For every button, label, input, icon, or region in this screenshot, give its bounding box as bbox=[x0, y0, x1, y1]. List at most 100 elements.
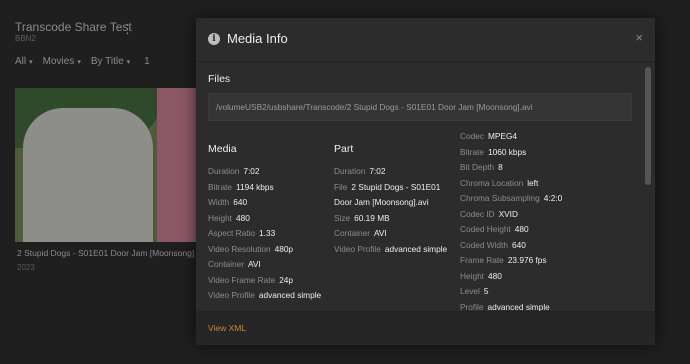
info-key: Height bbox=[208, 212, 232, 223]
info-value: 480p bbox=[274, 243, 294, 254]
info-row: Video Resolution 480p bbox=[208, 242, 326, 258]
info-value: advanced simple bbox=[384, 243, 448, 254]
card-year: 2023 bbox=[17, 263, 35, 272]
info-key: Container bbox=[208, 259, 244, 269]
info-row: Container AVI bbox=[208, 257, 326, 273]
info-row: Profile advanced simple bbox=[460, 300, 650, 312]
info-key: Duration bbox=[208, 166, 240, 176]
info-value: 1194 kbps bbox=[235, 181, 274, 192]
modal-footer: View XML bbox=[196, 311, 655, 345]
info-key: Chroma Location bbox=[460, 177, 524, 188]
part-column: Part Duration 7:02 File 2 Stupid Dogs - S01… bbox=[334, 143, 454, 257]
filter-bar: All ▾ Movies ▾ By Title ▾ 1 bbox=[15, 56, 150, 67]
files-heading: Files bbox=[208, 73, 231, 85]
info-value: AVI bbox=[373, 228, 387, 238]
caret-down-icon: ▾ bbox=[77, 59, 81, 66]
info-row: Codec MPEG4 bbox=[460, 129, 650, 145]
info-icon: i bbox=[208, 33, 220, 45]
modal-body[interactable]: Files /volumeUSB2/usbshare/Transcode/2 S… bbox=[196, 63, 655, 311]
caret-down-icon: ▾ bbox=[126, 59, 131, 66]
codec-column: Codec MPEG4 Bitrate 1060 kbps Bit Depth 8 Chro… bbox=[460, 129, 650, 311]
scrollbar-thumb[interactable] bbox=[645, 67, 651, 185]
info-key: Video Profile bbox=[334, 243, 381, 254]
modal-header: i Media Info × bbox=[196, 18, 655, 62]
info-value: 1060 kbps bbox=[487, 146, 527, 157]
info-value: left bbox=[527, 177, 539, 188]
info-row: Duration 7:02 bbox=[334, 164, 454, 180]
info-row: Width 640 bbox=[208, 195, 326, 211]
filter-all-dropdown[interactable]: All ▾ bbox=[15, 56, 33, 67]
info-row: Bitrate 1060 kbps bbox=[460, 145, 650, 161]
info-key: Height bbox=[460, 270, 484, 281]
info-value: 480 bbox=[487, 270, 502, 281]
info-row: Frame Rate 23.976 fps bbox=[460, 253, 650, 269]
info-row: Video Frame Rate 24p bbox=[208, 273, 326, 289]
modal-title: Media Info bbox=[227, 31, 288, 46]
info-value: 480 bbox=[514, 224, 529, 234]
info-row: File 2 Stupid Dogs - S01E01 Door Jam [Moo… bbox=[334, 180, 454, 211]
info-key: Codec ID bbox=[460, 208, 495, 219]
info-row: Coded Height 480 bbox=[460, 222, 650, 238]
info-row: Coded Width 640 bbox=[460, 238, 650, 254]
info-key: Aspect Ratio bbox=[208, 228, 256, 238]
info-row: Height 480 bbox=[460, 269, 650, 285]
info-key: Bitrate bbox=[208, 181, 232, 192]
info-value: XVID bbox=[498, 208, 518, 219]
file-path-field[interactable]: /volumeUSB2/usbshare/Transcode/2 Stupid … bbox=[208, 93, 632, 121]
info-key: Size bbox=[334, 212, 351, 223]
scrollbar[interactable] bbox=[644, 65, 652, 311]
info-row: Height 480 bbox=[208, 211, 326, 227]
sort-dropdown[interactable]: By Title ▾ bbox=[91, 56, 130, 67]
info-key: File bbox=[334, 181, 348, 192]
info-key: Video Frame Rate bbox=[208, 274, 276, 285]
info-value: 24p bbox=[279, 274, 294, 285]
info-row: Codec ID XVID bbox=[460, 207, 650, 223]
info-row: Video Profile advanced simple bbox=[334, 242, 454, 258]
info-key: Duration bbox=[334, 166, 366, 176]
info-value: AVI bbox=[247, 259, 261, 269]
info-key: Coded Width bbox=[460, 239, 508, 250]
info-value: 23.976 fps bbox=[507, 255, 547, 265]
part-heading: Part bbox=[334, 143, 354, 155]
info-row: Duration 7:02 bbox=[208, 164, 326, 180]
info-key: Video Resolution bbox=[208, 243, 271, 254]
info-key: Container bbox=[334, 228, 370, 238]
poster-thumbnail[interactable] bbox=[15, 88, 197, 242]
info-key: Video Profile bbox=[208, 290, 255, 300]
info-row: Chroma Location left bbox=[460, 176, 650, 192]
info-row: Container AVI bbox=[334, 226, 454, 242]
info-row: Level 5 bbox=[460, 284, 650, 300]
info-value: 8 bbox=[498, 162, 503, 172]
close-icon[interactable]: × bbox=[635, 30, 643, 45]
info-row: Bit Depth 8 bbox=[460, 160, 650, 176]
media-heading: Media bbox=[208, 143, 237, 155]
info-value: advanced simple bbox=[258, 290, 322, 300]
view-xml-link[interactable]: View XML bbox=[208, 323, 246, 333]
media-column: Media Duration 7:02 Bitrate 1194 kbps Width 6… bbox=[208, 143, 326, 304]
info-value: advanced simple bbox=[487, 301, 550, 312]
info-key: Codec bbox=[460, 131, 484, 141]
info-value: 640 bbox=[511, 239, 526, 250]
info-row: Chroma Subsampling 4:2:0 bbox=[460, 191, 650, 207]
media-info-modal: i Media Info × Files /volumeUSB2/usbshar… bbox=[196, 18, 655, 345]
info-row: Video Profile advanced simple bbox=[208, 288, 326, 304]
filter-type-dropdown[interactable]: Movies ▾ bbox=[43, 56, 81, 67]
caret-down-icon: ▾ bbox=[29, 59, 33, 66]
item-count: 1 bbox=[144, 56, 150, 67]
info-row: Size 60.19 MB bbox=[334, 211, 454, 227]
info-value: MPEG4 bbox=[487, 131, 518, 141]
library-title[interactable]: Transcode Share Test bbox=[15, 20, 132, 34]
info-value: 5 bbox=[483, 286, 489, 296]
card-title[interactable]: 2 Stupid Dogs - S01E01 Door Jam [Moonson… bbox=[17, 248, 194, 258]
info-key: Frame Rate bbox=[460, 255, 504, 265]
info-value: 4:2:0 bbox=[543, 193, 563, 203]
more-menu-icon[interactable]: ⋮ bbox=[121, 22, 134, 35]
info-value: 7:02 bbox=[243, 166, 260, 176]
info-key: Chroma Subsampling bbox=[460, 193, 540, 203]
info-value: 2 Stupid Dogs - S01E01 Door Jam [Moonson… bbox=[334, 181, 441, 208]
info-key: Bitrate bbox=[460, 146, 484, 157]
info-value: 1.33 bbox=[259, 228, 276, 238]
info-key: Profile bbox=[460, 301, 484, 312]
info-key: Bit Depth bbox=[460, 162, 495, 172]
info-key: Level bbox=[460, 286, 480, 296]
